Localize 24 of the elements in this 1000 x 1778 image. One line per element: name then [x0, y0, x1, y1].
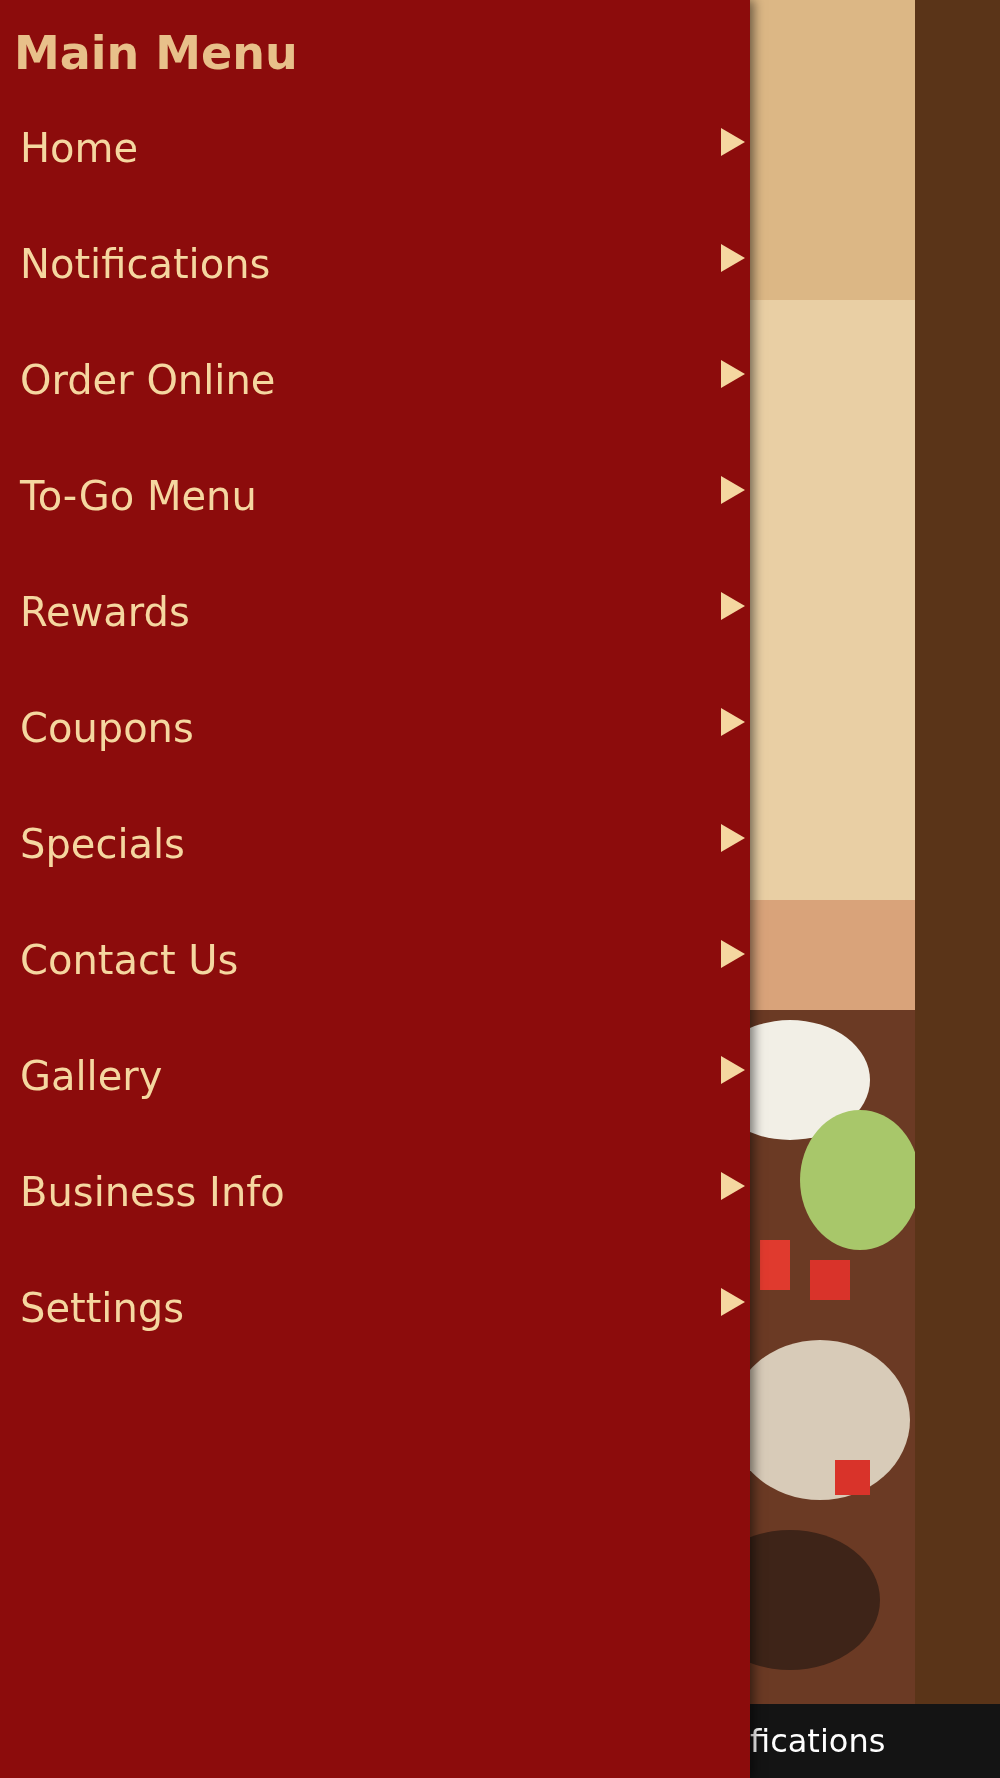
menu-item[interactable]: Gallery	[0, 1018, 750, 1134]
menu-item[interactable]: Specials	[0, 786, 750, 902]
play-arrow-icon	[721, 592, 745, 620]
play-arrow-icon	[721, 1056, 745, 1084]
menu-item[interactable]: Home	[0, 90, 750, 206]
play-arrow-icon	[721, 1288, 745, 1316]
tab-label[interactable]: fications	[750, 1722, 886, 1760]
menu-item[interactable]: Notifications	[0, 206, 750, 322]
menu-item[interactable]: Rewards	[0, 554, 750, 670]
menu-item[interactable]: Order Online	[0, 322, 750, 438]
play-arrow-icon	[721, 708, 745, 736]
menu-item[interactable]: Business Info	[0, 1134, 750, 1250]
play-arrow-icon	[721, 244, 745, 272]
menu-title: Main Menu	[13, 25, 299, 82]
menu-item[interactable]: Contact Us	[0, 902, 750, 1018]
play-arrow-icon	[721, 940, 745, 968]
menu-item[interactable]: To-Go Menu	[0, 438, 750, 554]
menu-item[interactable]: Coupons	[0, 670, 750, 786]
play-arrow-icon	[721, 128, 745, 156]
play-arrow-icon	[721, 1172, 745, 1200]
play-arrow-icon	[721, 824, 745, 852]
play-arrow-icon	[721, 360, 745, 388]
menu-item[interactable]: Settings	[0, 1250, 750, 1366]
play-arrow-icon	[721, 476, 745, 504]
